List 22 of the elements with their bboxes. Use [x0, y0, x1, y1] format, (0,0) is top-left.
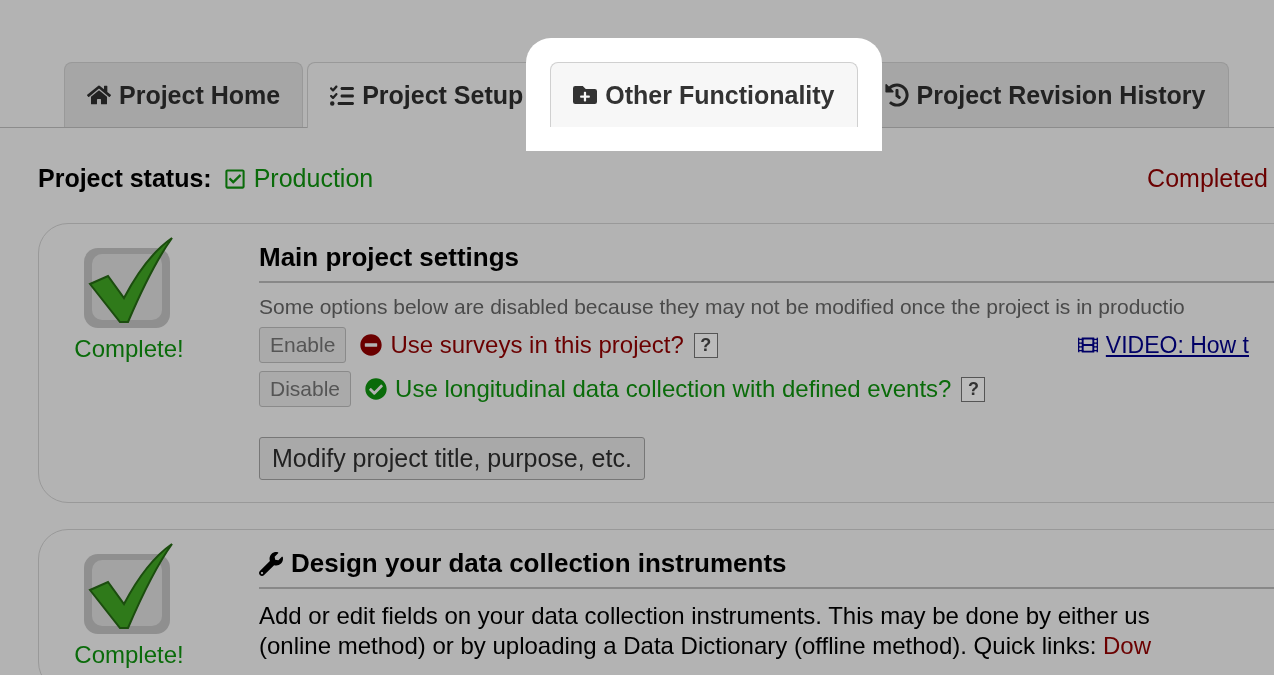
- history-icon: [884, 83, 909, 107]
- option-label: Use surveys in this project?: [390, 331, 684, 359]
- status-label: Project status:: [38, 164, 212, 193]
- film-icon: [1077, 335, 1098, 355]
- checklist-icon: [330, 83, 355, 108]
- complete-status: Complete!: [74, 641, 184, 669]
- section-title: Design your data collection instruments: [291, 548, 787, 579]
- wrench-icon: [259, 551, 283, 576]
- completed-label: Completed: [1147, 164, 1268, 193]
- tab[interactable]: Project Home: [64, 62, 304, 127]
- download-link[interactable]: Dow: [1103, 632, 1151, 659]
- instruments-description: Add or edit fields on your data collection instruments. This may be done by either us (online method) or by uploading a Data Dictionary (offline method). Quick links: Dow: [259, 601, 1152, 661]
- house-icon: [87, 83, 111, 107]
- status-value: Production: [223, 164, 374, 193]
- option-label: Use longitudinal data collection with defined events?: [395, 375, 952, 403]
- folder-plus-icon: [573, 83, 598, 107]
- section-title: Main project settings: [259, 236, 1274, 283]
- complete-status: Complete!: [74, 335, 184, 363]
- checkbox-icon: [223, 167, 246, 190]
- video-link[interactable]: VIDEO: How t: [1105, 331, 1249, 359]
- modify-button[interactable]: Modify project title, purpose, etc.: [259, 437, 645, 480]
- settings-note: Some options below are disabled because they may not be modified once the project is in productio: [259, 295, 1186, 319]
